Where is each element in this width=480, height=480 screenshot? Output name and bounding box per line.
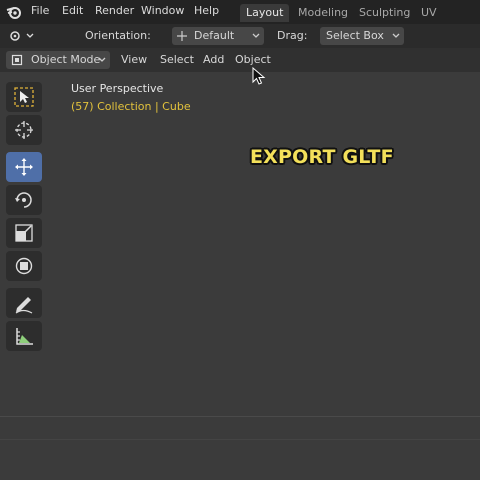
menu-help[interactable]: Help [194, 4, 219, 17]
tool-transform[interactable] [6, 251, 42, 281]
chevron-down-icon [252, 33, 260, 38]
object-mode-icon [11, 54, 23, 66]
rotate-icon [15, 192, 32, 208]
menu-select[interactable]: Select [160, 51, 194, 69]
cursor-icon [15, 121, 33, 139]
chevron-down-icon [98, 57, 106, 62]
orientation-value: Default [194, 29, 235, 42]
orientation-dropdown[interactable]: Default [172, 27, 264, 45]
tool-move[interactable] [6, 152, 42, 182]
menu-edit[interactable]: Edit [62, 4, 83, 17]
transform-icon [15, 257, 33, 275]
tool-annotate[interactable] [6, 288, 42, 318]
active-object-label: (57) Collection | Cube [71, 100, 191, 113]
move-icon [15, 158, 33, 176]
tool-measure[interactable] [6, 321, 42, 351]
scale-icon [15, 224, 33, 242]
menu-view[interactable]: View [121, 51, 147, 69]
drag-label: Drag: [277, 29, 308, 42]
overlay-title: EXPORT GLTF [250, 146, 394, 168]
object-mode-label: Object Mode [31, 53, 101, 66]
blender-logo-icon[interactable] [6, 4, 22, 20]
editor-type-dropdown[interactable] [6, 27, 36, 45]
menu-window[interactable]: Window [141, 4, 184, 17]
measure-icon [16, 328, 33, 345]
3d-viewport[interactable] [0, 72, 480, 480]
tab-sculpting[interactable]: Sculpting [353, 4, 416, 22]
tool-select-box[interactable] [6, 82, 42, 112]
object-mode-dropdown[interactable]: Object Mode [6, 51, 110, 69]
axis-icon [177, 31, 187, 41]
select-box-icon [14, 87, 34, 107]
mouse-pointer-icon [252, 67, 266, 85]
orientation-label: Orientation: [85, 29, 151, 42]
drag-dropdown[interactable]: Select Box [320, 27, 404, 45]
annotate-icon [15, 297, 33, 314]
tool-settings-header: Orientation: Default Drag: Select Box [0, 24, 480, 70]
tool-cursor[interactable] [6, 115, 42, 145]
tab-layout[interactable]: Layout [240, 4, 290, 22]
top-menubar: File Edit Render Window Help Layout Mode… [0, 0, 480, 37]
tool-scale[interactable] [6, 218, 42, 248]
tab-modeling[interactable]: Modeling [292, 4, 354, 22]
drag-value: Select Box [326, 29, 384, 42]
chevron-down-icon [392, 33, 400, 38]
menu-render[interactable]: Render [95, 4, 134, 17]
view-perspective-label: User Perspective [71, 82, 164, 95]
transform-pivot-icon [10, 31, 34, 41]
tool-rotate[interactable] [6, 185, 42, 215]
menu-file[interactable]: File [31, 4, 49, 17]
menu-add[interactable]: Add [203, 51, 224, 69]
floor-grid-line [0, 416, 480, 417]
floor-grid-line [0, 439, 480, 440]
viewport-header: Object Mode View Select Add Object [0, 48, 480, 72]
tab-uv-editing[interactable]: UV Editing [415, 4, 480, 37]
